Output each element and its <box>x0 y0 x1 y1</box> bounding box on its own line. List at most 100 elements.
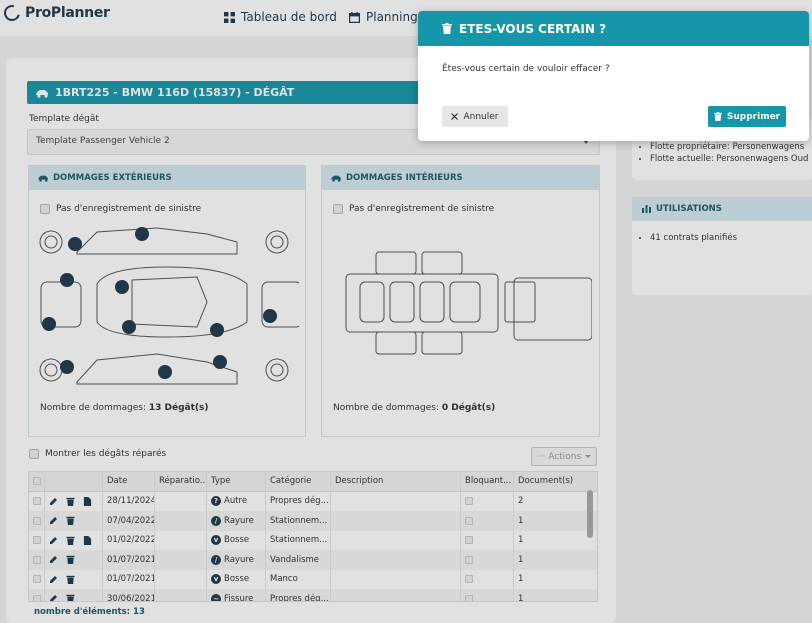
damage-type-icon: ? <box>211 496 221 507</box>
delete-trash-icon[interactable] <box>66 536 75 545</box>
row-repair <box>155 589 207 601</box>
interior-car-diagram[interactable] <box>330 222 592 392</box>
edit-pencil-icon[interactable] <box>49 497 58 506</box>
row-checkbox[interactable] <box>33 516 41 525</box>
row-select-cell[interactable] <box>29 569 45 589</box>
row-blocking <box>461 569 514 589</box>
header-documents[interactable]: Document(s) <box>514 472 589 491</box>
row-repair <box>155 511 207 531</box>
delete-button[interactable]: Supprimer <box>708 106 786 127</box>
select-all-cell[interactable] <box>29 472 45 491</box>
interior-no-claim-checkbox[interactable]: Pas d'enregistrement de sinistre <box>333 204 494 214</box>
nav-dashboard[interactable]: Tableau de bord <box>224 10 337 24</box>
row-category: Stationnem... <box>266 530 331 550</box>
blocking-checkbox[interactable] <box>465 575 473 584</box>
row-select-cell[interactable] <box>29 550 45 570</box>
delete-trash-icon[interactable] <box>66 497 75 506</box>
header-category[interactable]: Catégorie <box>266 472 331 491</box>
header-repair[interactable]: Réparatio... <box>155 472 207 491</box>
table-row[interactable]: 28/11/2024? Autre Propres dég... 2 <box>29 491 597 511</box>
interior-damage-count: Nombre de dommages: 0 Dégât(s) <box>333 403 495 413</box>
checkbox-box <box>40 204 50 214</box>
blocking-checkbox[interactable] <box>465 516 473 525</box>
damage-type-icon: v <box>211 574 221 585</box>
row-type: v Bosse <box>207 569 266 589</box>
row-category: Vandalisme <box>266 550 331 570</box>
header-date[interactable]: Date <box>103 472 155 491</box>
table-row[interactable]: 01/07/2021/Rayure Vandalisme 1 <box>29 550 597 570</box>
usage-item[interactable]: 41 contrats planifiés <box>650 233 737 243</box>
template-label: Template dégât <box>29 114 99 124</box>
damage-marker <box>60 360 74 374</box>
edit-pencil-icon[interactable] <box>49 594 58 602</box>
owner-fleet: Flotte propriétaire: Personenwagens <box>650 141 808 153</box>
row-date: 01/02/2022 <box>103 530 155 550</box>
table-row[interactable]: 01/02/2022 v Bosse Stationnem... 1 <box>29 530 597 550</box>
header-description[interactable]: Description <box>331 472 461 491</box>
document-icon[interactable] <box>83 535 92 545</box>
damage-marker <box>42 317 56 331</box>
row-documents: 1 <box>518 515 524 526</box>
show-repaired-checkbox[interactable]: Montrer les dégâts réparés <box>29 449 166 459</box>
row-checkbox[interactable] <box>33 536 41 545</box>
header-blocking[interactable]: Bloquant... <box>461 472 514 491</box>
damage-type-icon: ~ <box>211 593 221 601</box>
damage-marker <box>68 237 82 251</box>
page-title: 1BRT225 - BMW 116D (15837) - DÉGÂT <box>55 86 295 99</box>
blocking-checkbox[interactable] <box>465 555 473 564</box>
row-date: 01/07/2021 <box>103 569 155 589</box>
row-actions <box>45 491 103 511</box>
interior-panel-header: DOMMAGES INTÉRIEURS <box>322 166 599 190</box>
row-select-cell[interactable] <box>29 511 45 531</box>
row-actions <box>45 589 103 602</box>
row-checkbox[interactable] <box>33 594 41 601</box>
damage-marker <box>122 320 136 334</box>
header-type[interactable]: Type <box>207 472 266 491</box>
car-icon <box>36 89 48 98</box>
row-checkbox[interactable] <box>33 555 41 564</box>
edit-pencil-icon[interactable] <box>49 555 58 564</box>
row-checkbox[interactable] <box>33 575 41 584</box>
delete-trash-icon[interactable] <box>66 555 75 565</box>
logo[interactable]: ProPlanner <box>1 2 110 24</box>
row-description <box>331 589 461 601</box>
nav-planning[interactable]: Planning <box>349 10 418 24</box>
document-icon[interactable] <box>83 496 92 506</box>
table-footer: nombre d'éléments: 13 <box>34 607 145 617</box>
blocking-checkbox[interactable] <box>465 536 473 545</box>
exterior-count-label: Nombre de dommages: <box>40 403 146 413</box>
blocking-checkbox[interactable] <box>465 594 473 601</box>
delete-trash-icon[interactable] <box>66 575 75 584</box>
edit-pencil-icon[interactable] <box>49 536 58 545</box>
delete-trash-icon[interactable] <box>66 516 75 526</box>
dialog-message: Êtes-vous certain de vouloir effacer ? <box>442 64 610 74</box>
select-all-checkbox[interactable] <box>33 477 41 486</box>
row-description <box>331 491 461 511</box>
row-select-cell[interactable] <box>29 491 45 511</box>
exterior-car-diagram[interactable] <box>37 222 299 392</box>
row-blocking <box>461 491 514 511</box>
table-row[interactable]: 30/06/2021 ~ Fissure Propres dég... 1 <box>29 589 597 602</box>
table-row[interactable]: 07/04/2022/Rayure Stationnem... 1 <box>29 511 597 531</box>
delete-trash-icon[interactable] <box>66 594 75 602</box>
row-select-cell[interactable] <box>29 589 45 601</box>
edit-pencil-icon[interactable] <box>49 575 58 584</box>
row-repair <box>155 530 207 550</box>
table-scrollbar[interactable] <box>587 490 593 538</box>
table-row[interactable]: 01/07/2021 v Bosse Manco 1 <box>29 569 597 589</box>
damage-marker <box>135 227 149 241</box>
row-actions <box>45 569 103 589</box>
close-icon <box>451 113 459 120</box>
exterior-no-claim-checkbox[interactable]: Pas d'enregistrement de sinistre <box>40 204 201 214</box>
row-type-label: Rayure <box>224 515 254 526</box>
cancel-button[interactable]: Annuler <box>442 106 508 127</box>
actions-dropdown-button[interactable]: ··· Actions <box>531 447 597 466</box>
row-select-cell[interactable] <box>29 530 45 550</box>
edit-pencil-icon[interactable] <box>49 516 58 525</box>
damage-marker <box>263 309 277 323</box>
usage-card: UTILISATIONS 41 contrats planifiés <box>632 197 812 295</box>
exterior-panel-title: DOMMAGES EXTÉRIEURS <box>53 173 172 183</box>
row-checkbox[interactable] <box>33 497 41 506</box>
confirm-delete-dialog: ETES-VOUS CERTAIN ? Êtes-vous certain de… <box>418 11 809 141</box>
blocking-checkbox[interactable] <box>465 497 473 506</box>
